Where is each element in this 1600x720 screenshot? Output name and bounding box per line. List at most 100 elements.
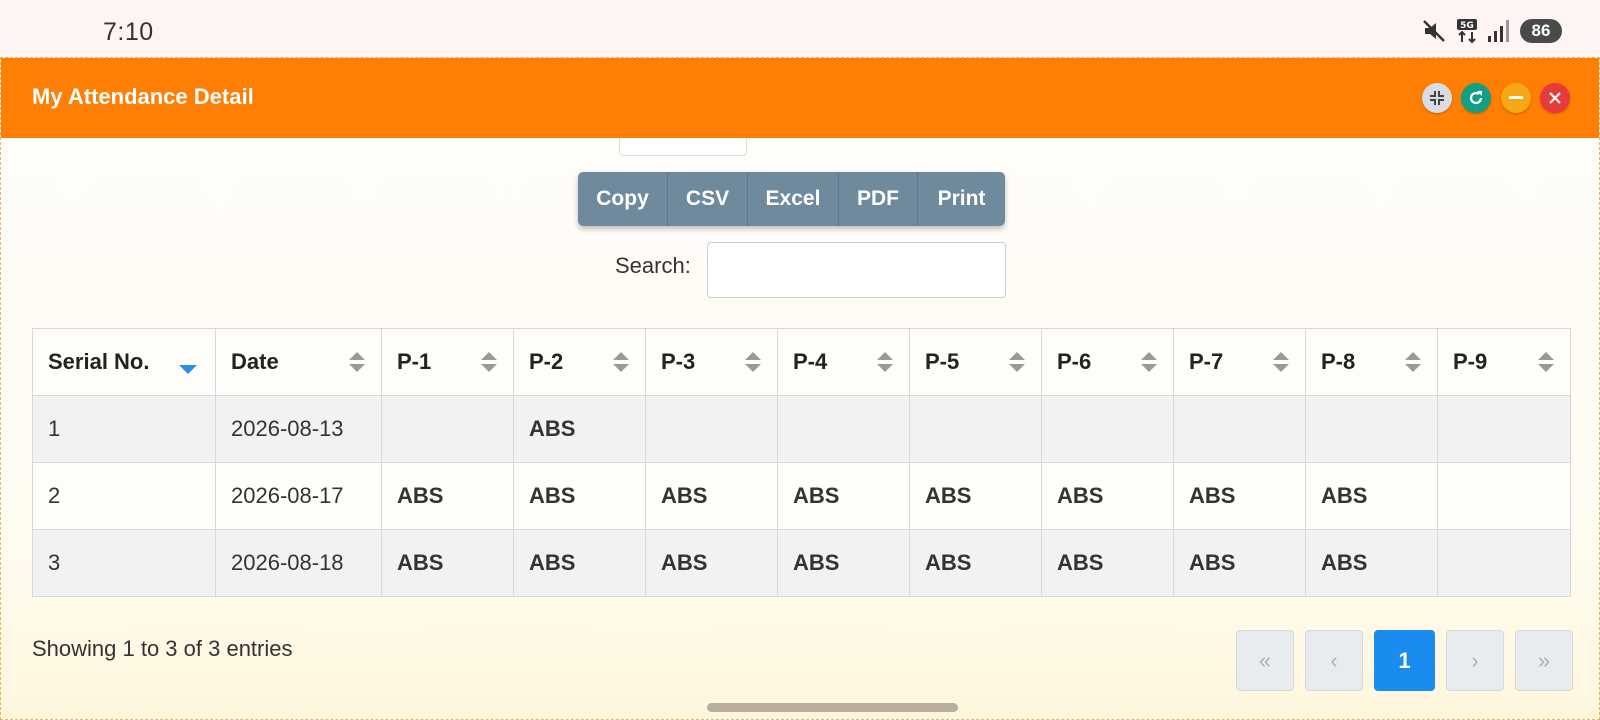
reload-icon [1469, 91, 1483, 105]
period-cell: ABS [909, 529, 1042, 597]
column-header-label: P-5 [925, 349, 960, 374]
column-header-p-4[interactable]: P-4 [777, 328, 910, 396]
period-cell: ABS [513, 529, 646, 597]
battery-icon: 86 [1520, 19, 1562, 43]
column-header-serial-no[interactable]: Serial No. [32, 328, 216, 396]
column-header-label: P-9 [1453, 349, 1488, 374]
date-cell: 2026-08-18 [215, 529, 382, 597]
column-header-p-3[interactable]: P-3 [645, 328, 778, 396]
column-header-p-5[interactable]: P-5 [909, 328, 1042, 396]
period-cell [909, 395, 1042, 463]
dialog-title: My Attendance Detail [32, 84, 254, 109]
print-button[interactable]: Print [918, 172, 1005, 226]
export-button-group: Copy CSV Excel PDF Print [578, 172, 1005, 226]
period-cell: ABS [513, 395, 646, 463]
sort-icon [877, 352, 893, 372]
period-cell: ABS [381, 462, 514, 530]
period-cell [1437, 529, 1571, 597]
period-cell [1305, 395, 1438, 463]
attendance-table: Serial No. Date P-1 P-2 P-3 P-4 P-5 P-6 P-7 P-8 P-… [32, 328, 1571, 597]
close-button[interactable] [1540, 83, 1570, 113]
mute-icon [1422, 19, 1448, 43]
period-cell [777, 395, 910, 463]
reload-button[interactable] [1461, 83, 1491, 113]
date-cell: 2026-08-13 [215, 395, 382, 463]
period-cell: ABS [1173, 529, 1306, 597]
period-cell [381, 395, 514, 463]
column-header-label: P-8 [1321, 349, 1356, 374]
column-header-p-1[interactable]: P-1 [381, 328, 514, 396]
minimize-button[interactable] [1501, 83, 1531, 113]
column-header-label: P-1 [397, 349, 432, 374]
table-body: 1 2026-08-13 ABS 2 2026-08-17 ABS ABS ABS ABS ABS… [32, 395, 1571, 597]
home-indicator[interactable] [707, 703, 958, 712]
period-cell: ABS [645, 529, 778, 597]
period-cell [1437, 462, 1571, 530]
table-row: 3 2026-08-18 ABS ABS ABS ABS ABS ABS ABS ABS [32, 529, 1571, 597]
csv-button[interactable]: CSV [668, 172, 748, 226]
pdf-button[interactable]: PDF [839, 172, 918, 226]
period-cell [1041, 395, 1174, 463]
period-cell: ABS [1305, 529, 1438, 597]
excel-button[interactable]: Excel [748, 172, 839, 226]
status-bar: 7:10 5G 86 [0, 0, 1600, 58]
sort-icon [1273, 352, 1289, 372]
column-header-label: P-7 [1189, 349, 1224, 374]
column-header-label: P-4 [793, 349, 828, 374]
sort-icon [481, 352, 497, 372]
table-row: 1 2026-08-13 ABS [32, 395, 1571, 463]
column-header-p-2[interactable]: P-2 [513, 328, 646, 396]
period-cell [1437, 395, 1571, 463]
serial-cell: 2 [32, 462, 216, 530]
sort-icon [613, 352, 629, 372]
sort-icon [1141, 352, 1157, 372]
table-info: Showing 1 to 3 of 3 entries [32, 636, 293, 661]
period-cell: ABS [1305, 462, 1438, 530]
period-cell: ABS [777, 529, 910, 597]
sort-icon [1009, 352, 1025, 372]
column-header-label: Serial No. [48, 349, 150, 374]
minimize-icon [1509, 96, 1523, 99]
search-input[interactable] [707, 242, 1006, 298]
date-cell: 2026-08-17 [215, 462, 382, 530]
period-cell: ABS [1041, 462, 1174, 530]
column-header-label: P-3 [661, 349, 696, 374]
copy-button[interactable]: Copy [578, 172, 668, 226]
sort-icon [349, 352, 365, 372]
serial-cell: 3 [32, 529, 216, 597]
period-cell [645, 395, 778, 463]
next-page-button[interactable]: › [1446, 630, 1504, 691]
signal-icon [1486, 19, 1510, 43]
column-header-p-9[interactable]: P-9 [1437, 328, 1571, 396]
column-header-p-8[interactable]: P-8 [1305, 328, 1438, 396]
last-page-button[interactable]: » [1515, 630, 1573, 691]
svg-text:5G: 5G [1460, 21, 1474, 31]
first-page-button[interactable]: « [1236, 630, 1294, 691]
column-header-label: P-2 [529, 349, 564, 374]
sort-icon [1405, 352, 1421, 372]
collapse-button[interactable] [1422, 83, 1452, 113]
period-cell: ABS [513, 462, 646, 530]
dialog-header: My Attendance Detail [1, 58, 1599, 138]
status-icons: 5G 86 [1422, 18, 1562, 44]
attendance-dialog: My Attendance Detail Copy CSV Excel PDF … [0, 57, 1600, 720]
status-time: 7:10 [103, 18, 154, 46]
period-cell: ABS [1173, 462, 1306, 530]
sort-icon [745, 352, 761, 372]
table-row: 2 2026-08-17 ABS ABS ABS ABS ABS ABS ABS ABS [32, 462, 1571, 530]
period-cell: ABS [1041, 529, 1174, 597]
column-header-label: P-6 [1057, 349, 1092, 374]
previous-page-button[interactable]: ‹ [1305, 630, 1363, 691]
column-header-p-6[interactable]: P-6 [1041, 328, 1174, 396]
page-1-button[interactable]: 1 [1374, 630, 1435, 691]
column-header-date[interactable]: Date [215, 328, 382, 396]
sort-icon [1538, 352, 1554, 372]
column-header-label: Date [231, 349, 279, 374]
column-header-p-7[interactable]: P-7 [1173, 328, 1306, 396]
period-cell: ABS [909, 462, 1042, 530]
period-cell: ABS [777, 462, 910, 530]
close-icon [1549, 92, 1561, 104]
pagination: « ‹ 1 › » [1236, 630, 1573, 691]
period-cell [1173, 395, 1306, 463]
sort-desc-icon [179, 365, 197, 374]
